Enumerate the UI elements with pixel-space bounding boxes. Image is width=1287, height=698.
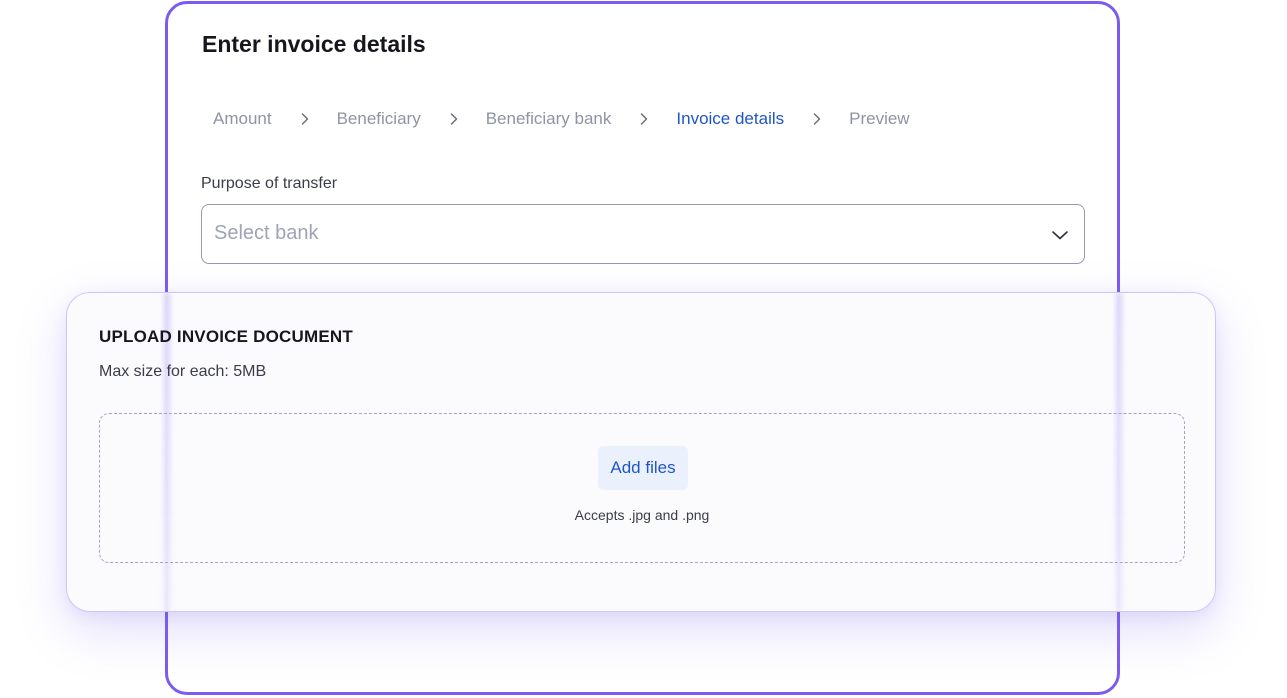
accepted-formats-note: Accepts .jpg and .png <box>574 507 710 523</box>
max-size-note: Max size for each: 5MB <box>99 363 267 380</box>
step-amount[interactable]: Amount <box>213 109 272 129</box>
step-beneficiary-bank[interactable]: Beneficiary bank <box>486 109 612 129</box>
step-beneficiary[interactable]: Beneficiary <box>337 109 421 129</box>
purpose-label: Purpose of transfer <box>201 175 338 192</box>
step-invoice-details[interactable]: Invoice details <box>676 109 784 129</box>
stepper: Amount Beneficiary Beneficiary bank Invo… <box>213 107 910 131</box>
stage: Enter invoice details Amount Beneficiary… <box>0 0 1287 698</box>
page-title: Enter invoice details <box>202 31 426 57</box>
upload-card: UPLOAD INVOICE DOCUMENT Max size for eac… <box>66 292 1216 612</box>
chevron-right-icon <box>637 112 651 126</box>
chevron-right-icon <box>447 112 461 126</box>
add-files-button[interactable]: Add files <box>598 446 688 490</box>
purpose-select[interactable]: Select bank <box>201 204 1085 264</box>
upload-title: UPLOAD INVOICE DOCUMENT <box>99 327 353 346</box>
purpose-select-placeholder: Select bank <box>214 222 319 244</box>
file-dropzone[interactable]: Add files Accepts .jpg and .png <box>99 413 1185 563</box>
step-preview[interactable]: Preview <box>849 109 909 129</box>
chevron-right-icon <box>298 112 312 126</box>
chevron-right-icon <box>810 112 824 126</box>
chevron-down-icon <box>1050 225 1070 245</box>
